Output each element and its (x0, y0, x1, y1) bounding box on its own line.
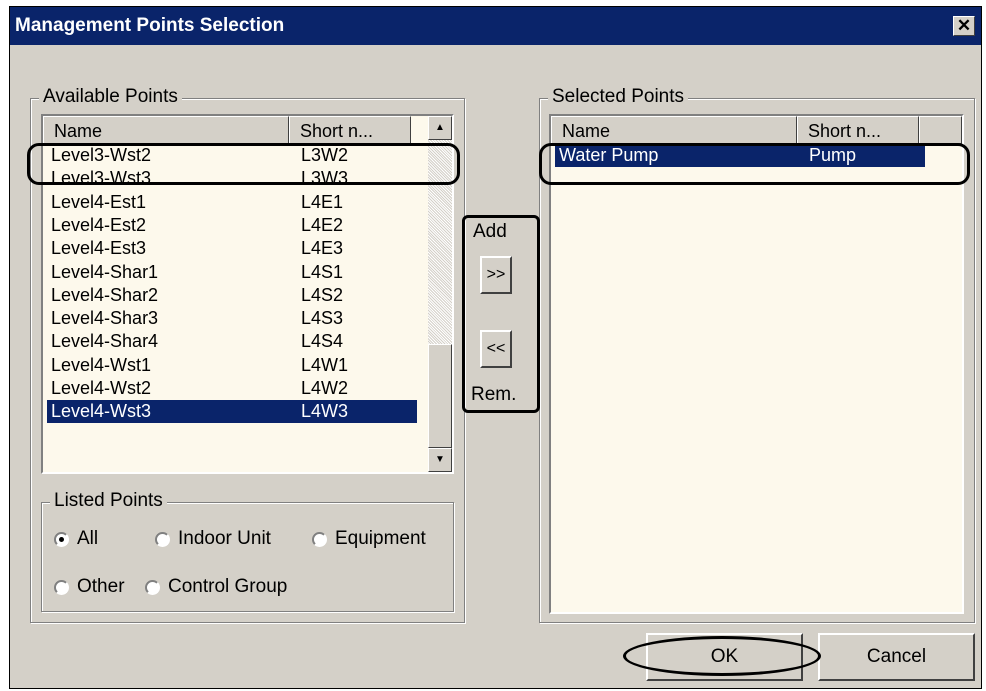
dialog-title: Management Points Selection (15, 15, 285, 36)
selected-column-header-name[interactable]: Name (551, 116, 797, 144)
radio-control-group-label: Control Group (168, 576, 288, 597)
available-list-header: Name Short n... (43, 116, 411, 144)
title-bar: Management Points Selection ✕ (10, 7, 981, 45)
radio-equipment[interactable]: Equipment (312, 528, 426, 550)
radio-control-group[interactable]: Control Group (145, 576, 287, 598)
available-row[interactable]: Level4-Shar1 L4S1 (47, 261, 417, 284)
column-header-short-name[interactable]: Short n... (289, 116, 411, 144)
available-row[interactable]: Level4-Shar2 L4S2 (47, 284, 417, 307)
available-row-short-name: L4W3 (301, 401, 349, 422)
remove-button[interactable]: << (480, 330, 512, 368)
listed-points-legend: Listed Points (50, 490, 167, 512)
available-row[interactable]: Level4-Est1 L4E1 (47, 191, 417, 214)
available-row-short-name: L4E2 (301, 214, 344, 235)
selected-points-group: Selected Points Name Short n... Water Pu… (539, 86, 975, 623)
available-row-short-name: L4W1 (301, 354, 349, 375)
radio-other-label: Other (77, 576, 125, 597)
available-row-name: Level4-Est3 (51, 238, 147, 259)
available-row-name: Level4-Wst1 (51, 354, 152, 375)
radio-equipment-indicator[interactable] (312, 531, 327, 547)
selected-column-header-short-name[interactable]: Short n... (797, 116, 919, 144)
available-points-list[interactable]: Name Short n... Level3-Wst2 L3W2 Level3-Ws… (41, 114, 454, 474)
available-row-short-name: L4E3 (301, 238, 344, 259)
cancel-button[interactable]: Cancel (818, 633, 975, 681)
radio-indoor-unit[interactable]: Indoor Unit (155, 528, 271, 550)
selected-row-name: Water Pump (559, 145, 659, 165)
available-row[interactable]: Level4-Wst3 L4W3 (47, 400, 417, 424)
add-button[interactable]: >> (480, 256, 512, 294)
radio-indoor-unit-label: Indoor Unit (178, 528, 271, 549)
selected-column-header-blank (919, 116, 962, 144)
scroll-up-icon[interactable]: ▲ (428, 116, 452, 140)
close-icon[interactable]: ✕ (953, 16, 975, 36)
listed-points-group: Listed Points All Indoor Unit Equipment … (41, 490, 454, 612)
radio-control-group-indicator[interactable] (145, 579, 160, 595)
dialog-window: Management Points Selection ✕ Available … (9, 6, 982, 689)
available-row-name: Level4-Shar3 (51, 308, 159, 329)
available-row[interactable]: Level4-Wst2 L4W2 (47, 377, 417, 400)
scroll-thumb[interactable] (428, 344, 452, 448)
selected-list-header: Name Short n... (551, 116, 962, 144)
available-row[interactable]: Level4-Wst1 L4W1 (47, 354, 417, 377)
available-row-name: Level4-Shar1 (51, 261, 159, 282)
radio-indoor-unit-indicator[interactable] (155, 531, 170, 547)
available-row[interactable]: Level4-Shar3 L4S3 (47, 307, 417, 330)
available-row-name: Level3-Wst3 (51, 168, 152, 189)
scroll-down-icon[interactable]: ▼ (428, 448, 452, 472)
available-row-short-name: L4S4 (301, 331, 344, 352)
available-row-short-name: L3W2 (301, 145, 349, 165)
available-row-name: Level4-Shar4 (51, 331, 159, 352)
remove-label: Rem. (471, 384, 517, 405)
available-row-short-name: L3W3 (301, 168, 349, 189)
available-row-short-name: L4S1 (301, 261, 344, 282)
available-row-name: Level4-Shar2 (51, 284, 159, 305)
radio-other-indicator[interactable] (54, 579, 69, 595)
add-label: Add (473, 221, 507, 242)
available-row-name: Level4-Est2 (51, 214, 147, 235)
available-row-name: Level4-Est1 (51, 191, 147, 212)
selected-points-legend: Selected Points (548, 86, 689, 108)
radio-all[interactable]: All (54, 528, 98, 550)
selected-row[interactable]: Water Pump Pump (555, 144, 925, 167)
available-row-short-name: L4E1 (301, 191, 344, 212)
available-row[interactable]: Level4-Est2 L4E2 (47, 214, 417, 237)
available-row[interactable]: Level4-Shar4 L4S4 (47, 330, 417, 353)
column-header-name[interactable]: Name (43, 116, 289, 144)
radio-other[interactable]: Other (54, 576, 125, 598)
available-row[interactable]: Level3-Wst2 L3W2 (47, 144, 417, 167)
available-row-short-name: L4W2 (301, 378, 349, 398)
available-points-legend: Available Points (39, 86, 182, 108)
available-row-name: Level4-Wst2 (51, 378, 152, 398)
available-list-scrollbar[interactable]: ▲ ▼ (428, 116, 452, 472)
available-row-short-name: L4S2 (301, 284, 344, 305)
available-row-name: Level4-Wst3 (51, 401, 152, 422)
available-row[interactable]: Level4-Est3 L4E3 (47, 237, 417, 260)
available-row-name: Level3-Wst2 (51, 145, 152, 165)
available-row[interactable]: Level3-Wst3 L3W3 (47, 167, 417, 190)
radio-equipment-label: Equipment (335, 528, 426, 549)
selected-points-list[interactable]: Name Short n... Water Pump Pump (549, 114, 964, 614)
available-points-group: Available Points Name Short n... Level3-… (30, 86, 465, 623)
available-row-short-name: L4S3 (301, 308, 344, 329)
selected-row-short-name: Pump (809, 145, 857, 165)
ok-button[interactable]: OK (646, 633, 803, 681)
radio-all-indicator[interactable] (54, 531, 69, 547)
radio-all-label: All (77, 528, 99, 549)
